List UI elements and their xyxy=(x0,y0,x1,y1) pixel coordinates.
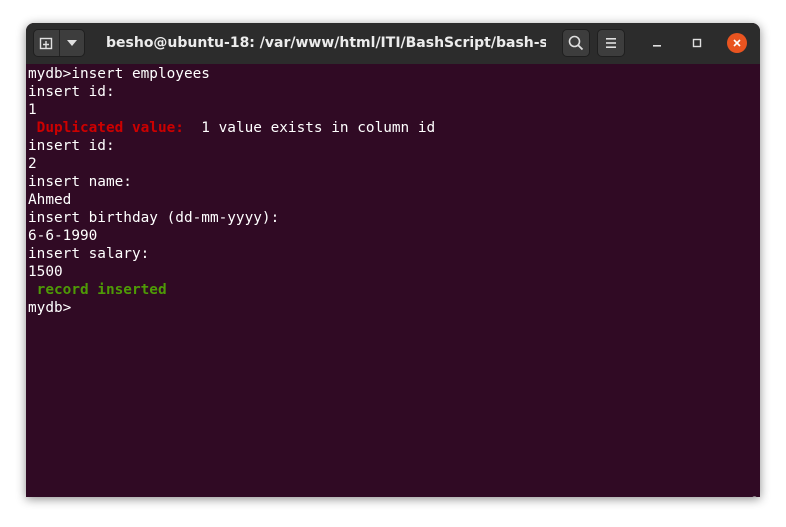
close-icon xyxy=(733,39,741,47)
error-label: Duplicated value: xyxy=(28,120,193,136)
tab-menu-button[interactable] xyxy=(58,30,85,56)
terminal-line: insert name: xyxy=(28,174,132,190)
error-message: 1 value exists in column id xyxy=(192,120,436,136)
success-line: record inserted xyxy=(28,281,167,299)
prompt-line: mydb> xyxy=(28,300,72,316)
minimize-button[interactable] xyxy=(647,33,667,53)
title-bar[interactable]: besho@ubuntu-18: /var/www/html/ITI/BashS… xyxy=(26,23,760,64)
terminal-line: insert id: xyxy=(28,138,115,154)
terminal-line: 1 xyxy=(28,102,37,118)
terminal-line: insert id: xyxy=(28,84,115,100)
chevron-down-icon xyxy=(66,40,77,46)
maximize-button[interactable] xyxy=(687,33,707,53)
terminal-line: 2 xyxy=(28,156,37,172)
new-tab-group xyxy=(33,29,85,57)
error-line: Duplicated value: 1 value exists in colu… xyxy=(28,119,436,137)
hamburger-menu-icon xyxy=(606,38,616,48)
terminal-line: Ahmed xyxy=(28,192,72,208)
terminal-line: insert birthday (dd-mm-yyyy): xyxy=(28,210,280,226)
terminal-window: besho@ubuntu-18: /var/www/html/ITI/BashS… xyxy=(26,23,760,497)
scrollbar[interactable] xyxy=(752,496,757,497)
search-icon xyxy=(568,35,584,51)
terminal-line: insert salary: xyxy=(28,246,150,262)
success-message: record inserted xyxy=(28,282,167,298)
terminal-line: mydb>insert employees xyxy=(28,66,210,82)
terminal-output[interactable]: mydb>insert employees insert id: 1 Dupli… xyxy=(26,64,760,497)
search-button[interactable] xyxy=(562,29,590,57)
terminal-line: 6-6-1990 xyxy=(28,228,98,244)
menu-button[interactable] xyxy=(597,29,625,57)
maximize-icon xyxy=(692,38,702,48)
close-button[interactable] xyxy=(727,33,747,53)
minimize-icon xyxy=(653,45,661,47)
terminal-line: 1500 xyxy=(28,264,63,280)
new-tab-icon xyxy=(40,37,53,50)
new-tab-button[interactable] xyxy=(34,30,59,56)
window-title: besho@ubuntu-18: /var/www/html/ITI/BashS… xyxy=(106,35,546,51)
